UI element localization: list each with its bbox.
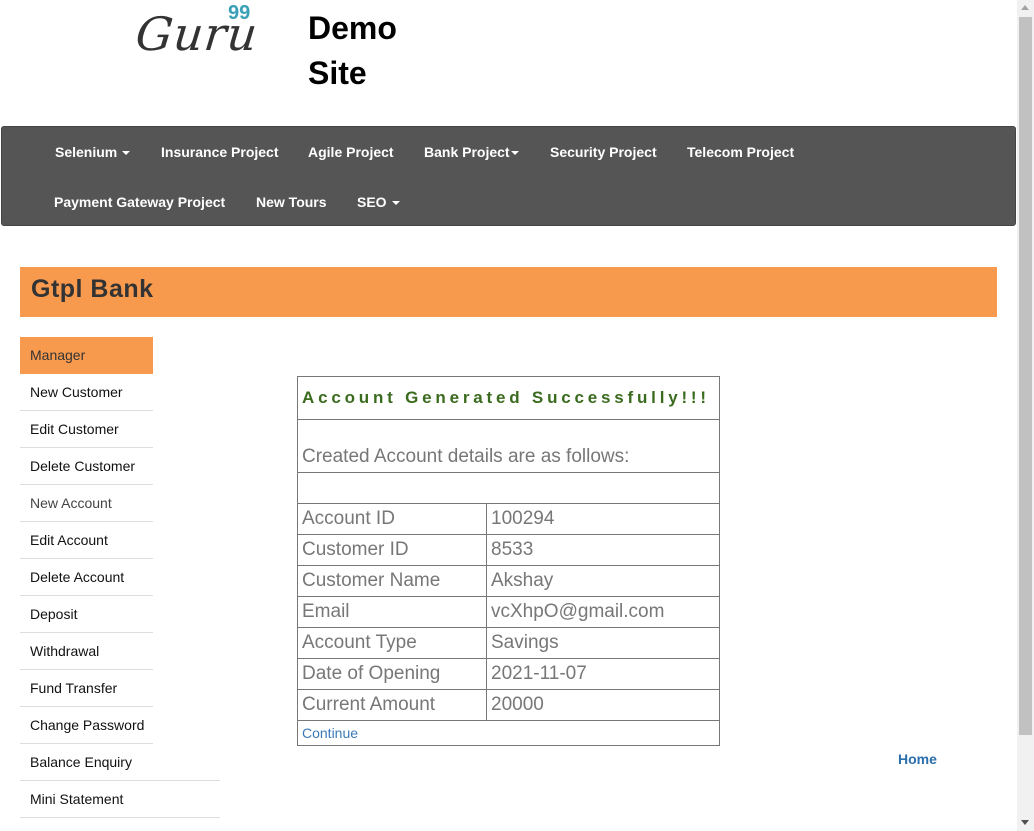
sidebar-item-fund-transfer[interactable]: Fund Transfer <box>20 670 153 707</box>
table-row: Continue <box>297 720 720 746</box>
field-label: Date of Opening <box>297 658 487 690</box>
field-value: 8533 <box>486 534 720 566</box>
field-value: Savings <box>486 627 720 659</box>
table-row: Customer Name Akshay <box>297 565 720 597</box>
field-label: Account ID <box>297 503 487 535</box>
table-row <box>297 472 720 504</box>
sidebar-item-withdrawal[interactable]: Withdrawal <box>20 633 153 670</box>
sidebar-item-delete-account[interactable]: Delete Account <box>20 559 153 596</box>
scroll-up-arrow-icon[interactable] <box>1021 5 1029 10</box>
field-value: vcXhpO@gmail.com <box>486 596 720 628</box>
logo-superscript: 99 <box>228 2 251 24</box>
table-row: Current Amount 20000 <box>297 689 720 721</box>
sidebar-item-edit-account[interactable]: Edit Account <box>20 522 153 559</box>
top-navbar: Selenium Insurance Project Agile Project… <box>1 126 1016 226</box>
sidebar-item-change-password[interactable]: Change Password <box>20 707 153 744</box>
sidebar-item-manager[interactable]: Manager <box>20 337 153 374</box>
table-row: Account ID 100294 <box>297 503 720 535</box>
site-title: Demo Site <box>308 10 397 91</box>
field-label: Customer ID <box>297 534 487 566</box>
table-row: Account Type Savings <box>297 627 720 659</box>
field-label: Current Amount <box>297 689 487 721</box>
sidebar-item-new-customer[interactable]: New Customer <box>20 374 153 411</box>
table-row: Account Generated Successfully!!! <box>297 376 720 420</box>
account-details-table: Account Generated Successfully!!! Create… <box>297 376 720 746</box>
empty-cell <box>297 472 720 504</box>
nav-insurance-project[interactable]: Insurance Project <box>161 142 279 162</box>
bank-title-bar: Gtpl Bank <box>20 267 997 317</box>
vertical-scrollbar[interactable] <box>1017 0 1034 831</box>
caret-down-icon <box>122 151 131 156</box>
details-subheading: Created Account details are as follows: <box>297 419 720 473</box>
sidebar-item-delete-customer[interactable]: Delete Customer <box>20 448 153 485</box>
field-value: Akshay <box>486 565 720 597</box>
field-label: Email <box>297 596 487 628</box>
nav-seo-label: SEO <box>357 194 387 210</box>
sidebar-item-mini-statement[interactable]: Mini Statement <box>20 781 220 818</box>
table-row: Email vcXhpO@gmail.com <box>297 596 720 628</box>
sidebar-menu: Manager New Customer Edit Customer Delet… <box>20 337 220 818</box>
sidebar-item-edit-customer[interactable]: Edit Customer <box>20 411 153 448</box>
table-row: Created Account details are as follows: <box>297 419 720 473</box>
nav-payment-gateway-project[interactable]: Payment Gateway Project <box>54 192 225 212</box>
nav-seo[interactable]: SEO <box>357 192 400 212</box>
continue-link[interactable]: Continue <box>302 725 358 741</box>
field-label: Customer Name <box>297 565 487 597</box>
nav-selenium[interactable]: Selenium <box>55 142 131 162</box>
nav-bank-project[interactable]: Bank Project <box>424 142 519 162</box>
field-label: Account Type <box>297 627 487 659</box>
table-row: Date of Opening 2021-11-07 <box>297 658 720 690</box>
sidebar-item-balance-enquiry[interactable]: Balance Enquiry <box>20 744 220 781</box>
sidebar-item-new-account[interactable]: New Account <box>20 485 153 522</box>
nav-new-tours[interactable]: New Tours <box>256 192 327 212</box>
nav-bank-project-label: Bank Project <box>424 144 510 160</box>
scrollbar-thumb[interactable] <box>1019 17 1032 735</box>
nav-telecom-project[interactable]: Telecom Project <box>687 142 794 162</box>
nav-security-project[interactable]: Security Project <box>550 142 657 162</box>
caret-down-icon <box>510 151 519 156</box>
continue-cell: Continue <box>297 720 720 746</box>
nav-agile-project[interactable]: Agile Project <box>308 142 394 162</box>
field-value: 2021-11-07 <box>486 658 720 690</box>
table-row: Customer ID 8533 <box>297 534 720 566</box>
caret-down-icon <box>391 201 400 206</box>
success-heading: Account Generated Successfully!!! <box>297 376 720 420</box>
nav-selenium-label: Selenium <box>55 144 118 160</box>
sidebar-item-deposit[interactable]: Deposit <box>20 596 153 633</box>
field-value: 20000 <box>486 689 720 721</box>
field-value: 100294 <box>486 503 720 535</box>
scroll-down-arrow-icon[interactable] <box>1021 820 1029 825</box>
home-link[interactable]: Home <box>898 751 937 767</box>
bank-title: Gtpl Bank <box>31 275 154 303</box>
